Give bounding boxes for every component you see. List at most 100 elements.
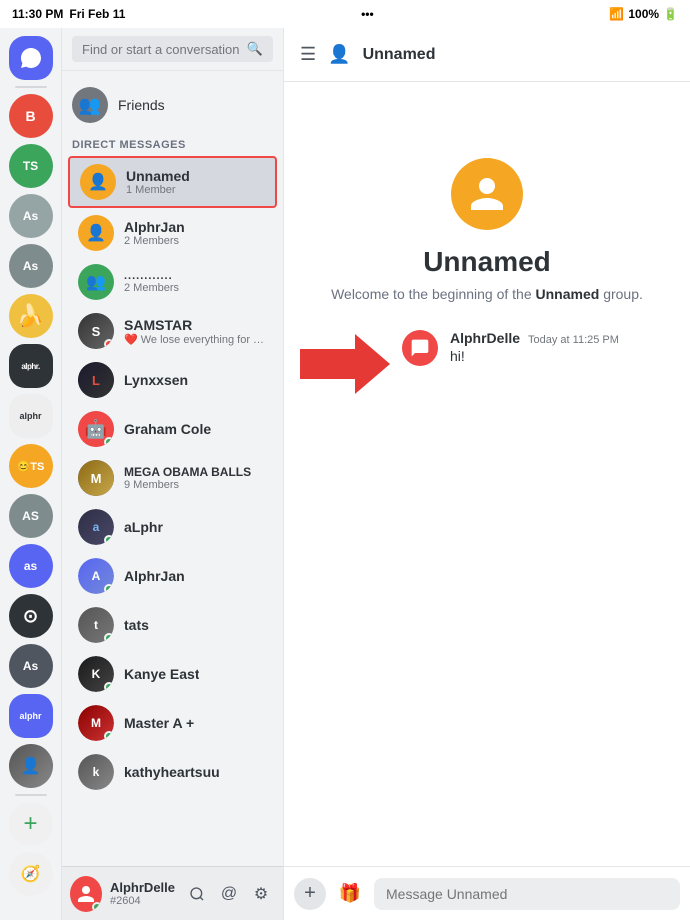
dm-name-tats: tats <box>124 617 149 633</box>
dm-info-alphrjan2: AlphrJan <box>124 568 185 584</box>
chat-area: ☰ 👤 Unnamed Unnamed Welcome to the begin… <box>284 28 690 920</box>
server-icon-as3[interactable]: AS <box>9 494 53 538</box>
friends-icon: 👥 <box>72 87 108 123</box>
dm-name-lynxxsen: Lynxxsen <box>124 372 188 388</box>
dm-item-graham[interactable]: 🤖 Graham Cole <box>68 405 277 453</box>
server-icon-home[interactable] <box>9 36 53 80</box>
add-attachment-button[interactable]: + <box>294 878 326 910</box>
welcome-desc: Welcome to the beginning of the Unnamed … <box>331 286 643 302</box>
dm-name-unnamed: Unnamed <box>126 168 190 184</box>
dm-info-megaobama: MEGA OBAMA BALLS 9 Members <box>124 465 251 491</box>
chat-header-person-icon: 👤 <box>328 44 350 65</box>
server-icon-as1[interactable]: As <box>9 194 53 238</box>
dm-name-kathy: kathyheartsuu <box>124 764 220 780</box>
status-bar: 11:30 PM Fri Feb 11 ••• 📶 100% 🔋 <box>0 0 690 28</box>
server-icon-as4[interactable]: as <box>9 544 53 588</box>
dm-sub-dots: 2 Members <box>124 282 179 294</box>
msg-text: hi! <box>450 348 619 364</box>
dm-name-graham: Graham Cole <box>124 421 211 437</box>
dm-avatar-lynxxsen: L <box>78 362 114 398</box>
dm-info-graham: Graham Cole <box>124 421 211 437</box>
chat-input[interactable] <box>374 878 680 910</box>
dm-item-dots[interactable]: 👥 ............ 2 Members <box>68 258 277 306</box>
discover-button[interactable]: 🧭 <box>9 852 53 896</box>
dm-avatar-tats: t <box>78 607 114 643</box>
welcome-title: Unnamed <box>423 246 551 278</box>
server-icon-alphr2[interactable]: alphr <box>9 394 53 438</box>
dm-name-dots: ............ <box>124 270 179 282</box>
dm-info-alphr-user: aLphr <box>124 519 163 535</box>
dm-avatar-alphr-user: a <box>78 509 114 545</box>
server-icon-as2[interactable]: As <box>9 244 53 288</box>
msg-header: AlphrDelle Today at 11:25 PM <box>450 330 619 346</box>
dm-search-input[interactable]: Find or start a conversation 🔍 <box>72 36 273 62</box>
server-icon-pill[interactable]: 🍌 <box>9 294 53 338</box>
chat-input-bar: + 🎁 <box>284 866 690 920</box>
server-icon-userphoto[interactable]: 👤 <box>9 744 53 788</box>
time: 11:30 PM <box>12 7 63 21</box>
server-icon-as5[interactable]: As <box>9 644 53 688</box>
dm-info-dots: ............ 2 Members <box>124 270 179 294</box>
dm-name-samstar: SAMSTAR <box>124 317 267 333</box>
hamburger-menu[interactable]: ☰ <box>300 44 316 65</box>
dm-info-kathy: kathyheartsuu <box>124 764 220 780</box>
message-with-arrow: AlphrDelle Today at 11:25 PM hi! <box>300 330 674 394</box>
user-name: AlphrDelle <box>110 880 175 895</box>
user-at-button[interactable]: @ <box>215 880 243 908</box>
chat-header: ☰ 👤 Unnamed <box>284 28 690 82</box>
chat-title: Unnamed <box>363 46 436 64</box>
dm-sub-unnamed: 1 Member <box>126 184 190 196</box>
user-search-button[interactable] <box>183 880 211 908</box>
dm-avatar-alphrjan1: 👤 <box>78 215 114 251</box>
server-icon-ts[interactable]: TS <box>9 144 53 188</box>
dm-item-kanye[interactable]: K Kanye East <box>68 650 277 698</box>
server-icon-alphr-logo[interactable]: alphr. <box>9 344 53 388</box>
friends-item[interactable]: 👥 Friends <box>62 79 283 131</box>
dm-avatar-kanye: K <box>78 656 114 692</box>
dm-item-lynxxsen[interactable]: L Lynxxsen <box>68 356 277 404</box>
dm-info-lynxxsen: Lynxxsen <box>124 372 188 388</box>
search-icon: 🔍 <box>247 41 263 57</box>
dm-sub-megaobama: 9 Members <box>124 479 251 491</box>
dm-info-alphrjan1: AlphrJan 2 Members <box>124 219 185 247</box>
search-placeholder: Find or start a conversation <box>82 42 240 57</box>
welcome-desc-text1: Welcome to the beginning of the <box>331 286 535 302</box>
dm-name-mastera: Master A + <box>124 715 194 731</box>
dm-name-megaobama: MEGA OBAMA BALLS <box>124 465 251 479</box>
dm-item-megaobama[interactable]: M MEGA OBAMA BALLS 9 Members <box>68 454 277 502</box>
dm-item-alphrjan2[interactable]: A AlphrJan <box>68 552 277 600</box>
dm-avatar-mastera: M <box>78 705 114 741</box>
dm-item-kathy[interactable]: k kathyheartsuu <box>68 748 277 796</box>
status-center: ••• <box>361 7 374 21</box>
dm-avatar-alphrjan2: A <box>78 558 114 594</box>
dm-avatar-dots: 👥 <box>78 264 114 300</box>
dm-item-samstar[interactable]: S SAMSTAR ❤️ We lose everything for the.… <box>68 307 277 355</box>
dm-name-alphr-user: aLphr <box>124 519 163 535</box>
add-server-button[interactable]: + <box>9 802 53 846</box>
server-icon-b[interactable]: B <box>9 94 53 138</box>
user-discriminator: #2604 <box>110 895 175 907</box>
msg-author: AlphrDelle <box>450 330 520 346</box>
server-icon-alphr3[interactable]: alphr <box>9 694 53 738</box>
dm-sub-samstar: ❤️ We lose everything for the... <box>124 333 267 346</box>
server-divider2 <box>15 794 47 796</box>
welcome-avatar <box>451 158 523 230</box>
dm-item-mastera[interactable]: M Master A + <box>68 699 277 747</box>
dm-item-tats[interactable]: t tats <box>68 601 277 649</box>
user-avatar <box>70 876 102 912</box>
dm-item-alphr-user[interactable]: a aLphr <box>68 503 277 551</box>
dm-item-alphrjan1[interactable]: 👤 AlphrJan 2 Members <box>68 209 277 257</box>
dm-info-kanye: Kanye East <box>124 666 199 682</box>
battery: 100% <box>628 7 659 21</box>
msg-avatar <box>402 330 438 366</box>
dm-item-unnamed[interactable]: 👤 Unnamed 1 Member <box>68 156 277 208</box>
wifi-icon: 📶 <box>609 7 624 21</box>
gift-button[interactable]: 🎁 <box>334 878 366 910</box>
welcome-desc-text2: group. <box>599 286 643 302</box>
user-bar-left: AlphrDelle #2604 @ ⚙ <box>62 866 283 920</box>
server-icon-ts2[interactable]: 😊TS <box>9 444 53 488</box>
dm-avatar-unnamed: 👤 <box>80 164 116 200</box>
user-settings-button[interactable]: ⚙ <box>247 880 275 908</box>
server-icon-record[interactable]: ⊙ <box>9 594 53 638</box>
msg-time: Today at 11:25 PM <box>528 334 619 346</box>
